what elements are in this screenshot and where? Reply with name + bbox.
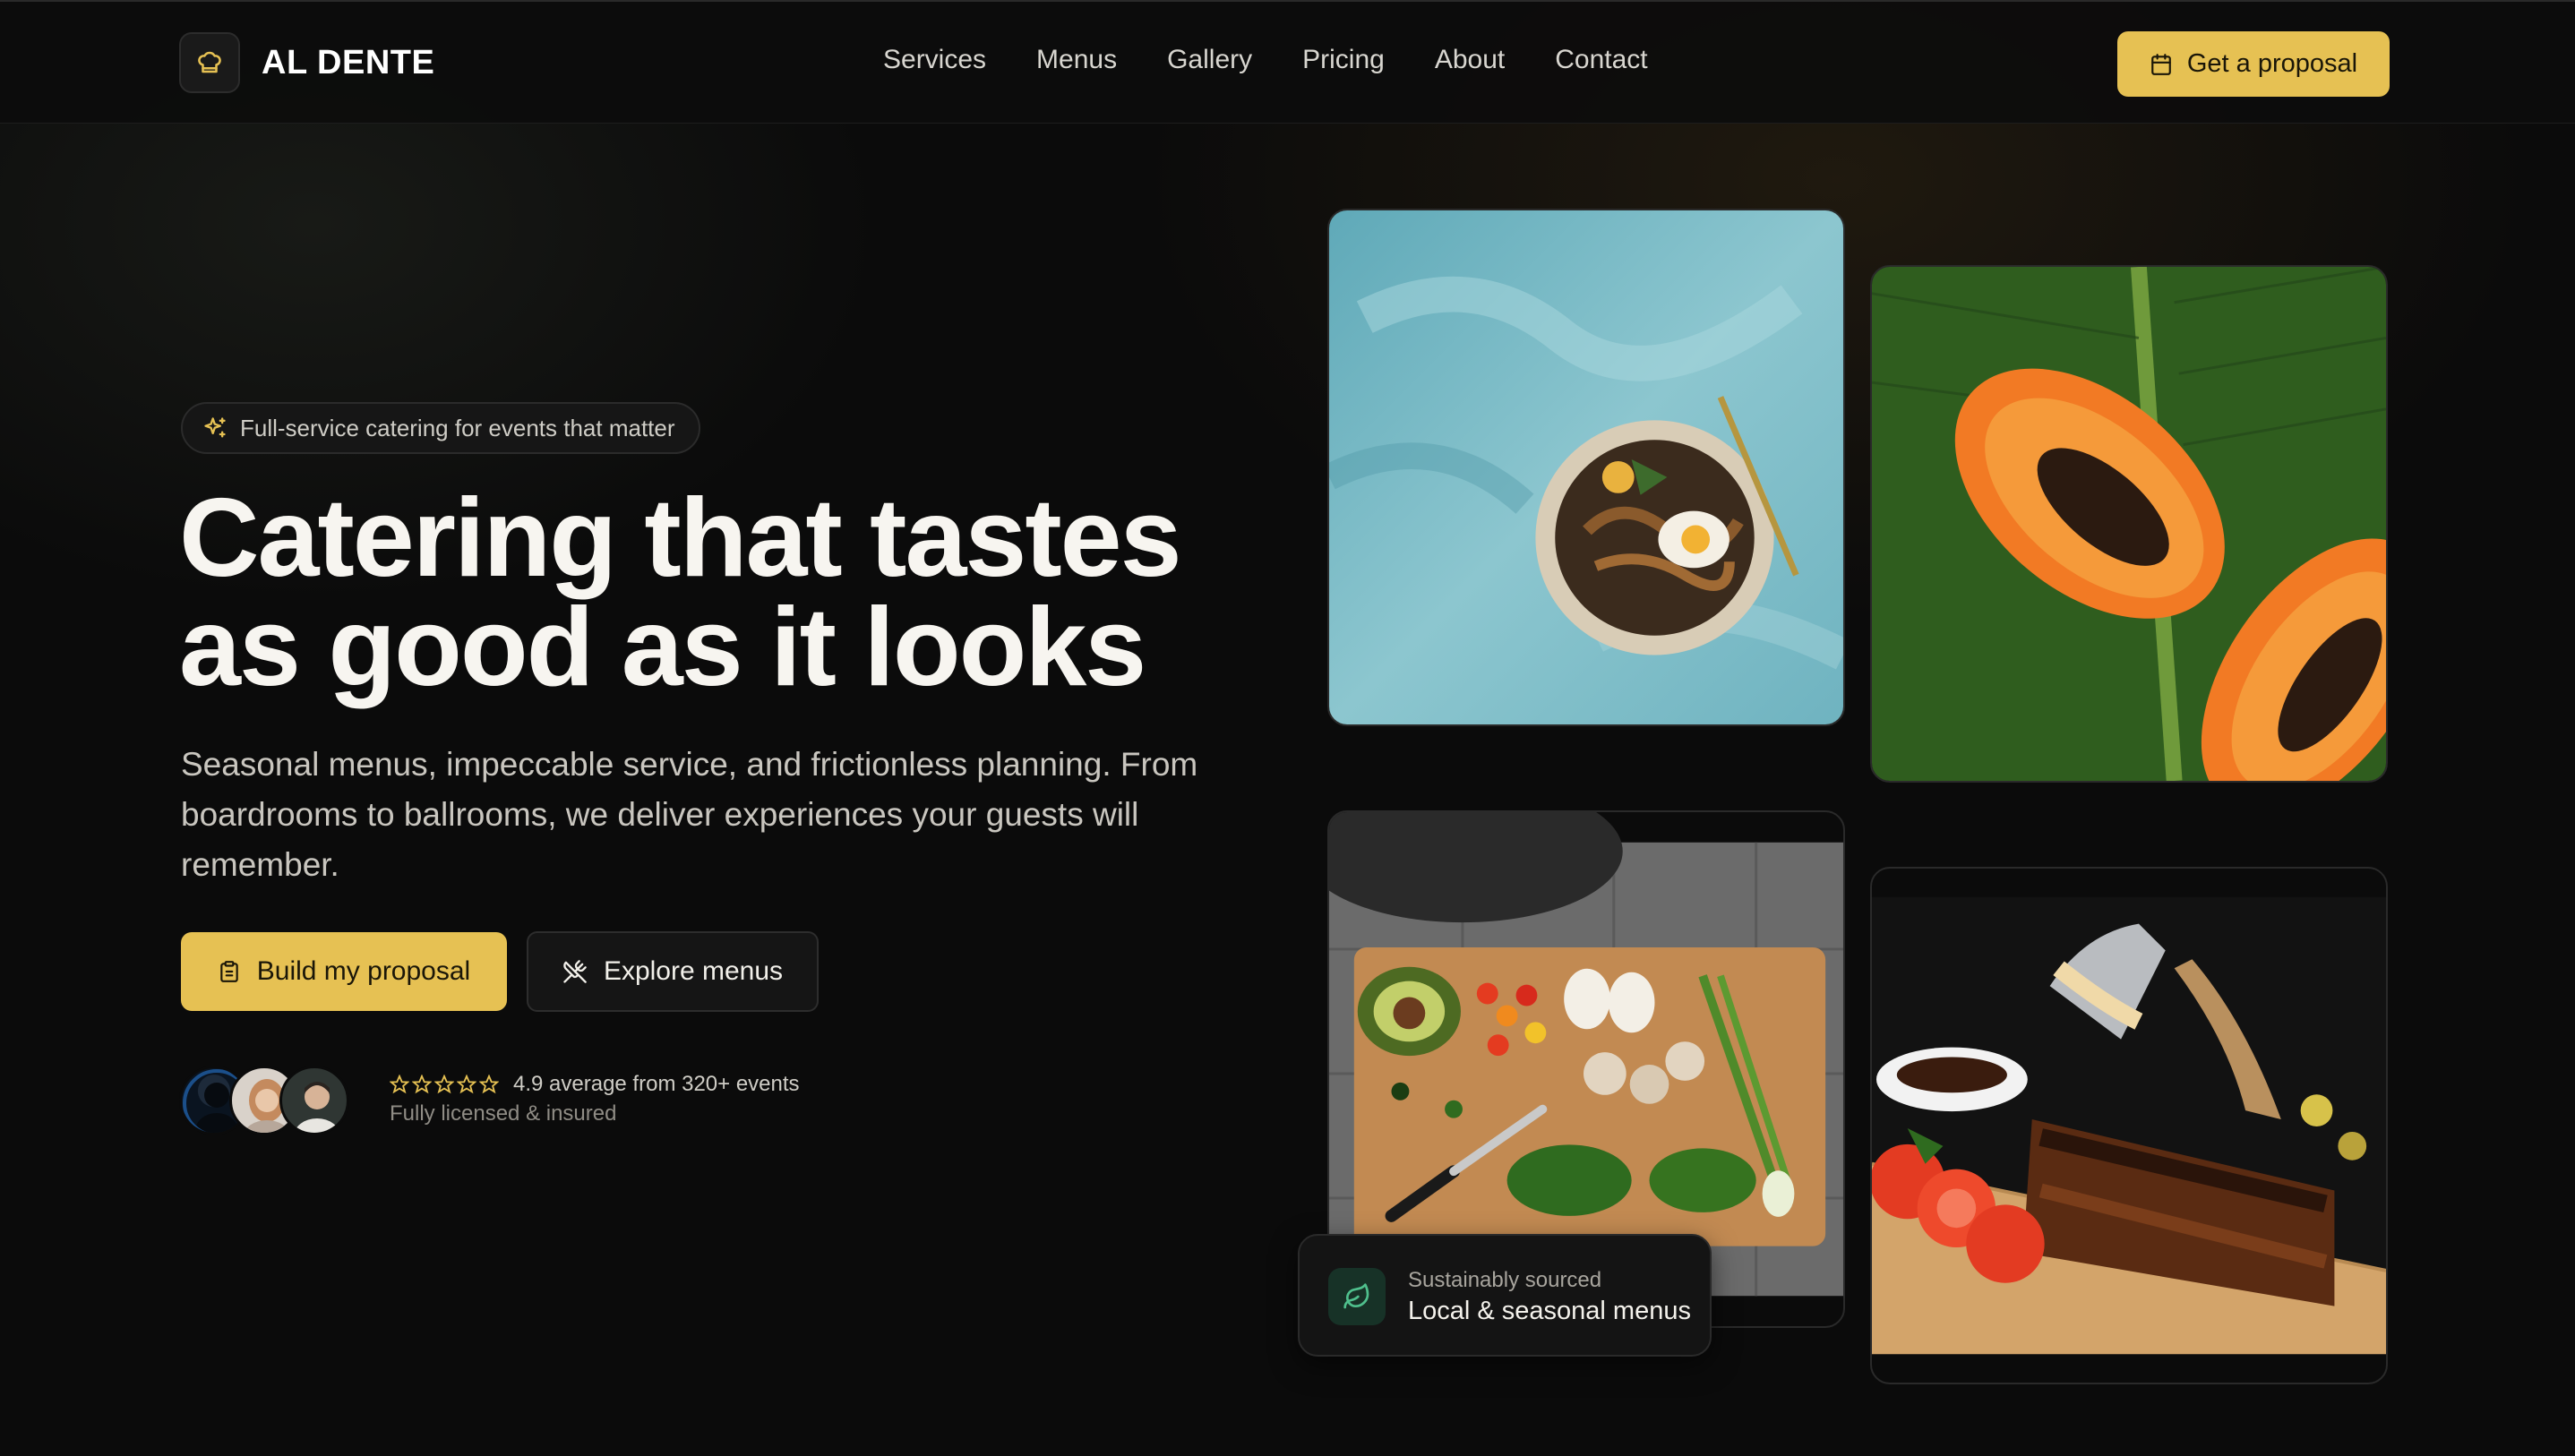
sparkles-icon (204, 417, 226, 438)
build-proposal-label: Build my proposal (256, 956, 471, 986)
explore-menus-label: Explore menus (603, 956, 784, 986)
ribs-platter-photo (1870, 867, 2388, 1384)
calendar-icon (2151, 53, 2171, 75)
brand[interactable]: AL DENTE (179, 32, 434, 93)
build-proposal-button[interactable]: Build my proposal (181, 932, 507, 1011)
nav-link-menus[interactable]: Menus (1036, 45, 1117, 75)
licensed-text: Fully licensed & insured (390, 1101, 617, 1126)
get-proposal-button[interactable]: Get a proposal (2117, 31, 2390, 97)
star-icon (434, 1075, 454, 1094)
hero-pill-text: Full-service catering for events that ma… (240, 414, 675, 441)
hero-headline-line1: Catering that tastes (179, 476, 1182, 600)
get-proposal-label: Get a proposal (2186, 49, 2358, 78)
nav-links: Services Menus Gallery Pricing About Con… (883, 45, 1698, 75)
star-icon (457, 1075, 476, 1094)
nav-link-services[interactable]: Services (883, 45, 986, 75)
nav-link-gallery[interactable]: Gallery (1167, 45, 1252, 75)
nav-link-about[interactable]: About (1435, 45, 1505, 75)
star-icon (479, 1075, 499, 1094)
brand-name: AL DENTE (262, 43, 435, 81)
papaya-photo (1870, 265, 2388, 783)
star-icon (412, 1075, 432, 1094)
clipboard-icon (220, 961, 238, 982)
nav-link-contact[interactable]: Contact (1555, 45, 1647, 75)
top-navbar: AL DENTE Services Menus Gallery Pricing … (0, 0, 2575, 124)
nav-link-pricing[interactable]: Pricing (1302, 45, 1385, 75)
badge-subtitle: Sustainably sourced (1408, 1268, 1602, 1292)
badge-title: Local & seasonal menus (1408, 1297, 1691, 1325)
rating-line: 4.9 average from 320+ events (390, 1072, 800, 1097)
chef-hat-icon (179, 32, 240, 93)
hero-subhead: Seasonal menus, impeccable service, and … (181, 746, 1198, 883)
hero-headline: Catering that tastes as good as it looks (179, 476, 1343, 709)
star-icon (390, 1075, 409, 1094)
rating-text: 4.9 average from 320+ events (513, 1072, 800, 1096)
explore-menus-button[interactable]: Explore menus (527, 931, 819, 1012)
utensils-crossed-icon (563, 960, 587, 983)
noodle-bowl-photo (1327, 209, 1845, 726)
rating-stars (390, 1075, 499, 1094)
hero-headline-line2: as good as it looks (179, 586, 1146, 709)
customer-avatars (179, 1066, 358, 1137)
hero-pill: Full-service catering for events that ma… (181, 402, 700, 454)
avatar (279, 1066, 349, 1135)
sustainably-sourced-badge: Sustainably sourced Local & seasonal men… (1298, 1234, 1712, 1357)
leaf-icon (1328, 1268, 1386, 1325)
